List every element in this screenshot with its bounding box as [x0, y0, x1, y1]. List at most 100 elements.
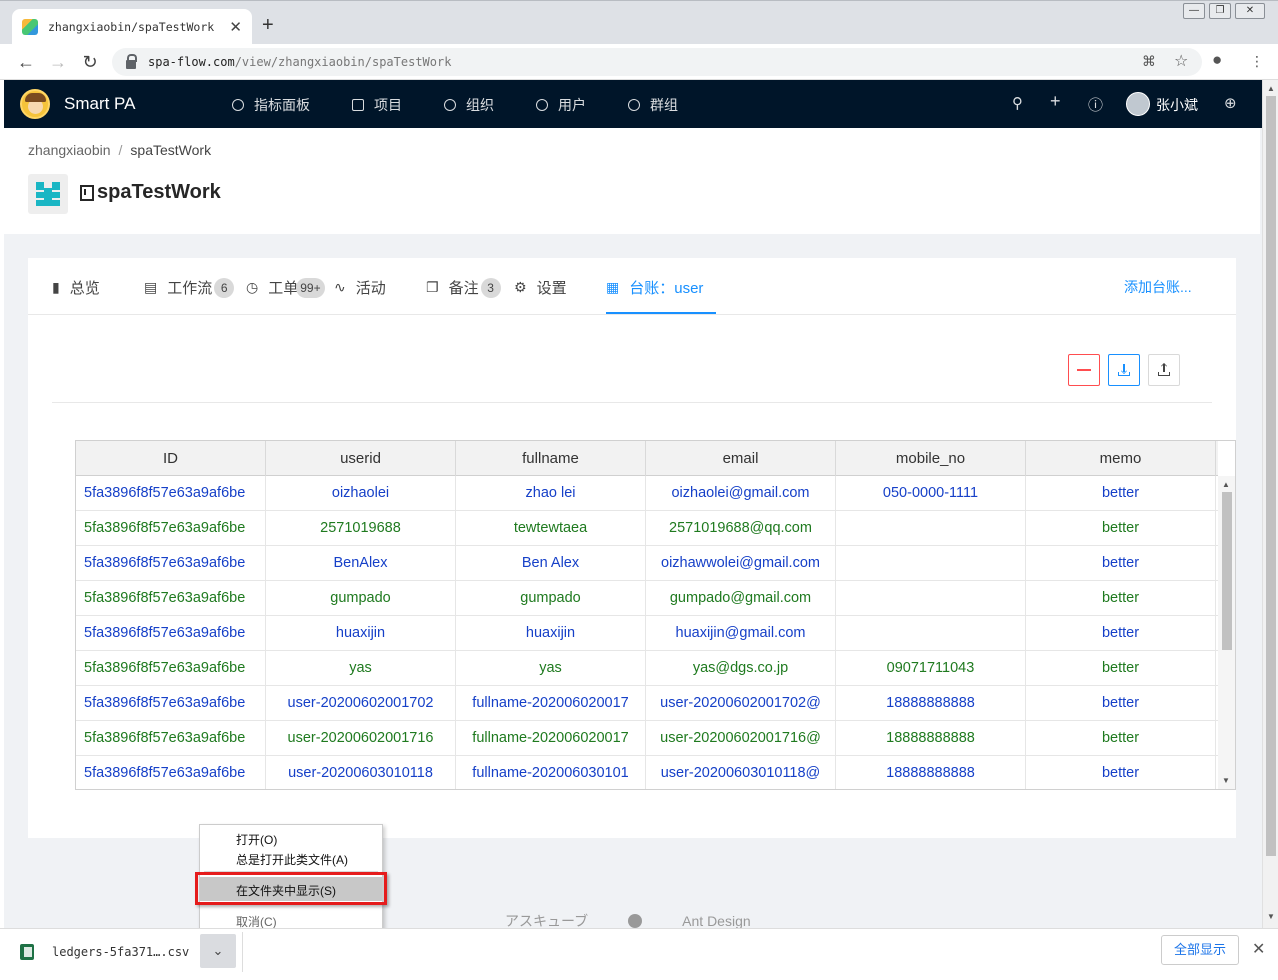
table-row[interactable]: 5fa3896f8f57e63a9af6be user-2020060200171… — [76, 721, 1218, 756]
cell-email[interactable]: gumpado@gmail.com — [646, 581, 836, 616]
new-tab-button[interactable]: + — [262, 15, 274, 35]
tab-settings[interactable]: ⚙ 设置 — [514, 277, 567, 298]
cell-fullname[interactable]: fullname-202006020017 — [456, 686, 646, 721]
cell-mobile-no[interactable]: 18888888888 — [836, 756, 1026, 789]
tab-notes[interactable]: ❐ 备注 3 — [426, 277, 501, 298]
cell-userid[interactable]: BenAlex — [266, 546, 456, 581]
download-item[interactable]: ledgers-5fa371….csv — [20, 944, 189, 960]
cell-userid[interactable]: 2571019688 — [266, 511, 456, 546]
menu-users[interactable]: 用户 — [536, 95, 586, 115]
app-brand[interactable]: Smart PA — [64, 94, 135, 114]
cell-id[interactable]: 5fa3896f8f57e63a9af6be — [76, 511, 266, 546]
cell-fullname[interactable]: fullname-202006020017 — [456, 721, 646, 756]
cell-userid[interactable]: user-20200602001702 — [266, 686, 456, 721]
remove-button[interactable] — [1068, 354, 1100, 386]
cell-email[interactable]: user-20200602001702@ — [646, 686, 836, 721]
tab-activity[interactable]: ∿ 活动 — [334, 277, 386, 298]
upload-button[interactable] — [1148, 354, 1180, 386]
menu-item-always-open[interactable]: 总是打开此类文件(A) — [236, 851, 348, 868]
cell-memo[interactable]: better — [1026, 476, 1216, 511]
scroll-up-arrow[interactable]: ▲ — [1222, 480, 1230, 489]
cell-mobile-no[interactable]: 050-0000-1111 — [836, 476, 1026, 511]
maximize-button[interactable]: ❐ — [1209, 3, 1231, 19]
page-scroll-up-arrow[interactable]: ▲ — [1267, 84, 1275, 93]
cell-userid[interactable]: user-20200602001716 — [266, 721, 456, 756]
language-globe-icon[interactable]: ⊕ — [1224, 94, 1237, 112]
menu-organizations[interactable]: 组织 — [444, 95, 494, 115]
cell-id[interactable]: 5fa3896f8f57e63a9af6be — [76, 756, 266, 789]
scroll-down-arrow[interactable]: ▼ — [1222, 776, 1230, 785]
cell-memo[interactable]: better — [1026, 616, 1216, 651]
table-row[interactable]: 5fa3896f8f57e63a9af6be user-2020060200170… — [76, 686, 1218, 721]
avatar[interactable] — [1126, 92, 1150, 116]
menu-item-open[interactable]: 打开(O) — [236, 831, 277, 848]
profile-icon[interactable]: ● — [1212, 50, 1222, 70]
help-icon[interactable]: ⓘ — [1088, 94, 1103, 115]
cell-id[interactable]: 5fa3896f8f57e63a9af6be — [76, 581, 266, 616]
minimize-button[interactable]: — — [1183, 3, 1205, 19]
app-logo[interactable] — [20, 89, 50, 119]
cell-userid[interactable]: yas — [266, 651, 456, 686]
cell-email[interactable]: user-20200602001716@ — [646, 721, 836, 756]
close-download-bar-icon[interactable]: ✕ — [1252, 939, 1265, 959]
cell-id[interactable]: 5fa3896f8f57e63a9af6be — [76, 616, 266, 651]
column-header-memo[interactable]: memo — [1026, 441, 1216, 476]
cell-mobile-no[interactable] — [836, 581, 1026, 616]
breadcrumb-owner[interactable]: zhangxiaobin — [28, 142, 111, 158]
translate-icon[interactable]: ⌘ — [1142, 53, 1156, 70]
table-row[interactable]: 5fa3896f8f57e63a9af6be 2571019688 tewtewta… — [76, 511, 1218, 546]
tab-ledger-user[interactable]: ▦ 台账：user — [606, 277, 703, 298]
table-row[interactable]: 5fa3896f8f57e63a9af6be huaxijin huaxijin hu… — [76, 616, 1218, 651]
cell-memo[interactable]: better — [1026, 581, 1216, 616]
table-row[interactable]: 5fa3896f8f57e63a9af6be BenAlex Ben Alex oiz… — [76, 546, 1218, 581]
scrollbar-thumb[interactable] — [1222, 492, 1232, 650]
cell-email[interactable]: user-20200603010118@ — [646, 756, 836, 789]
cell-mobile-no[interactable] — [836, 546, 1026, 581]
reload-button[interactable]: ↻ — [78, 50, 102, 74]
download-options-button[interactable]: ⌄ — [200, 934, 236, 968]
cell-id[interactable]: 5fa3896f8f57e63a9af6be — [76, 546, 266, 581]
cell-memo[interactable]: better — [1026, 651, 1216, 686]
search-icon[interactable]: ⚲ — [1012, 94, 1023, 112]
address-bar[interactable]: spa-flow.com/view/zhangxiaobin/spaTestWo… — [112, 48, 1202, 76]
page-scrollbar[interactable]: ▲ ▼ — [1262, 80, 1278, 928]
cell-mobile-no[interactable] — [836, 616, 1026, 651]
cell-email[interactable]: yas@dgs.co.jp — [646, 651, 836, 686]
cell-userid[interactable]: oizhaolei — [266, 476, 456, 511]
cell-fullname[interactable]: tewtewtaea — [456, 511, 646, 546]
tab-workflow[interactable]: ▤ 工作流 6 — [144, 277, 235, 298]
cell-fullname[interactable]: yas — [456, 651, 646, 686]
column-header-userid[interactable]: userid — [266, 441, 456, 476]
cell-id[interactable]: 5fa3896f8f57e63a9af6be — [76, 476, 266, 511]
cell-email[interactable]: oizhawwolei@gmail.com — [646, 546, 836, 581]
table-row[interactable]: 5fa3896f8f57e63a9af6be user-2020060301011… — [76, 756, 1218, 789]
cell-mobile-no[interactable] — [836, 511, 1026, 546]
column-header-fullname[interactable]: fullname — [456, 441, 646, 476]
menu-dashboard[interactable]: 指标面板 — [232, 95, 310, 115]
cell-id[interactable]: 5fa3896f8f57e63a9af6be — [76, 721, 266, 756]
page-scroll-down-arrow[interactable]: ▼ — [1267, 912, 1275, 921]
cell-userid[interactable]: gumpado — [266, 581, 456, 616]
cell-fullname[interactable]: zhao lei — [456, 476, 646, 511]
cell-memo[interactable]: better — [1026, 686, 1216, 721]
cell-fullname[interactable]: fullname-202006030101 — [456, 756, 646, 789]
cell-email[interactable]: 2571019688@qq.com — [646, 511, 836, 546]
github-icon[interactable] — [628, 914, 643, 928]
table-row[interactable]: 5fa3896f8f57e63a9af6be yas yas yas@dgs.co.j… — [76, 651, 1218, 686]
cell-memo[interactable]: better — [1026, 511, 1216, 546]
cell-email[interactable]: huaxijin@gmail.com — [646, 616, 836, 651]
menu-projects[interactable]: 项目 — [352, 95, 402, 115]
cell-mobile-no[interactable]: 09071711043 — [836, 651, 1026, 686]
cell-memo[interactable]: better — [1026, 721, 1216, 756]
footer-link-antdesign[interactable]: Ant Design — [682, 913, 750, 929]
cell-userid[interactable]: huaxijin — [266, 616, 456, 651]
menu-dots-icon[interactable]: ⋮ — [1250, 53, 1264, 70]
cell-mobile-no[interactable]: 18888888888 — [836, 686, 1026, 721]
forward-button[interactable]: → — [46, 50, 70, 74]
page-scrollbar-thumb[interactable] — [1266, 96, 1276, 856]
tab-tickets[interactable]: ◷ 工单 99+ — [246, 277, 325, 298]
table-row[interactable]: 5fa3896f8f57e63a9af6be gumpado gumpado gump… — [76, 581, 1218, 616]
cell-memo[interactable]: better — [1026, 756, 1216, 789]
cell-fullname[interactable]: Ben Alex — [456, 546, 646, 581]
menu-groups[interactable]: 群组 — [628, 95, 678, 115]
